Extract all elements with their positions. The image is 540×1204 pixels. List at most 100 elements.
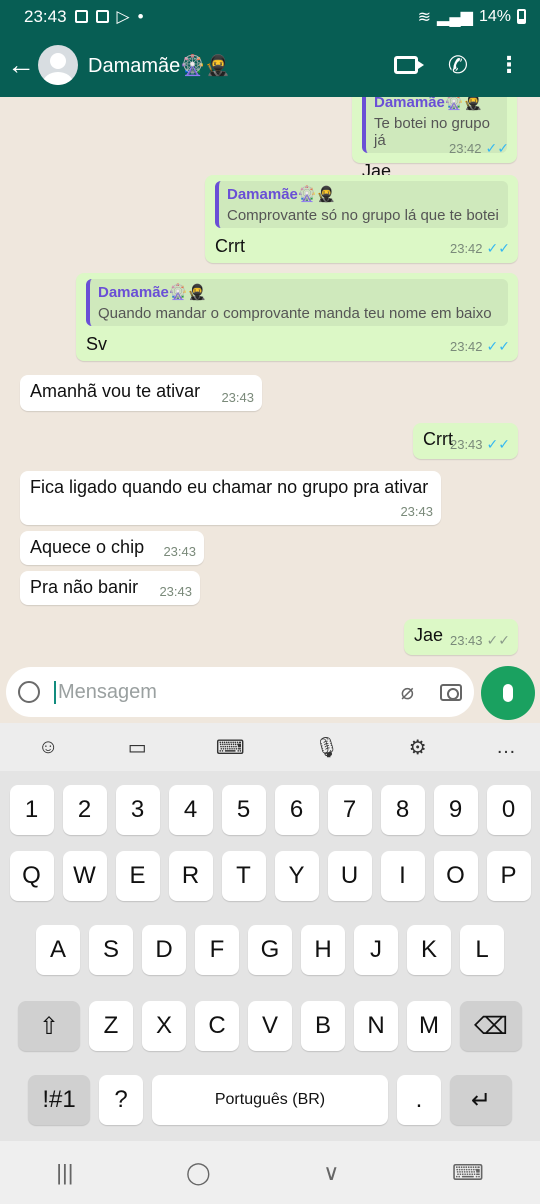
letter-key[interactable]: L: [460, 925, 504, 975]
enter-key[interactable]: ↵: [450, 1075, 512, 1125]
period-key[interactable]: .: [397, 1075, 441, 1125]
message-time: 23:42: [449, 339, 483, 354]
alert-icon: [95, 10, 109, 23]
message-time: 23:43: [163, 544, 196, 559]
status-time: 23:43: [24, 6, 67, 26]
message-text: Fica ligado quando eu chamar no grupo pr…: [30, 477, 429, 497]
letter-key[interactable]: G: [248, 925, 292, 975]
message-time: 23:43: [159, 584, 192, 599]
more-options-icon[interactable]: …: [496, 736, 516, 759]
number-key[interactable]: 4: [168, 785, 213, 835]
number-key[interactable]: 8: [380, 785, 425, 835]
attach-icon[interactable]: ⌀: [401, 679, 414, 705]
message-time: 23:42: [448, 141, 482, 156]
number-key[interactable]: 9: [433, 785, 478, 835]
number-key[interactable]: 5: [221, 785, 266, 835]
home-icon[interactable]: ◯: [186, 1160, 211, 1186]
phone-call-icon[interactable]: ✆: [448, 51, 468, 80]
number-key[interactable]: 0: [486, 785, 531, 835]
delivered-receipt-icon: ✓✓: [486, 632, 510, 648]
letter-key[interactable]: A: [36, 925, 80, 975]
contact-name[interactable]: Damamãe🎡🥷: [88, 53, 394, 78]
number-key[interactable]: 6: [274, 785, 319, 835]
number-key[interactable]: 3: [115, 785, 160, 835]
letter-key[interactable]: P: [486, 851, 531, 901]
back-icon[interactable]: ∨: [323, 1160, 339, 1186]
letter-key[interactable]: T: [221, 851, 266, 901]
shift-key[interactable]: ⇧: [18, 1001, 80, 1051]
letter-key[interactable]: O: [433, 851, 478, 901]
read-receipt-icon: ✓✓: [486, 338, 510, 354]
quoted-message[interactable]: Damamãe🎡🥷 Quando mandar o comprovante ma…: [86, 279, 508, 326]
recent-apps-icon[interactable]: |||: [56, 1160, 73, 1186]
letter-key[interactable]: W: [62, 851, 107, 901]
gallery-icon: [74, 10, 88, 23]
message-bubble-outgoing[interactable]: Jae 23:43 ✓✓: [404, 619, 518, 655]
letter-key[interactable]: E: [115, 851, 160, 901]
chat-area[interactable]: Damamãe🎡🥷 Te botei no grupo já Jae 23:42…: [0, 97, 540, 665]
letter-key[interactable]: Q: [9, 851, 54, 901]
dot-icon: •: [137, 6, 144, 26]
quoted-message[interactable]: Damamãe🎡🥷 Comprovante só no grupo lá que…: [215, 181, 508, 228]
letter-key[interactable]: C: [195, 1001, 239, 1051]
keyboard-hide-icon[interactable]: ⌨: [452, 1160, 484, 1186]
read-receipt-icon: ✓✓: [486, 436, 510, 452]
message-bubble-outgoing[interactable]: Damamãe🎡🥷 Quando mandar o comprovante ma…: [76, 273, 518, 361]
clipboard-icon[interactable]: ▭: [128, 735, 147, 760]
voice-input-icon[interactable]: 🎙: [314, 735, 339, 760]
question-key[interactable]: ?: [99, 1075, 143, 1125]
letter-key[interactable]: F: [195, 925, 239, 975]
message-time: 23:43: [449, 437, 483, 452]
backspace-key[interactable]: ⌫: [460, 1001, 522, 1051]
letter-key[interactable]: Z: [89, 1001, 133, 1051]
letter-key[interactable]: Y: [274, 851, 319, 901]
letter-key[interactable]: X: [142, 1001, 186, 1051]
space-key[interactable]: Português (BR): [152, 1075, 388, 1125]
message-bubble-incoming[interactable]: Amanhã vou te ativar 23:43: [20, 375, 262, 411]
message-bubble-incoming[interactable]: Pra não banir 23:43: [20, 571, 200, 605]
symbols-key[interactable]: !#1: [28, 1075, 90, 1125]
letter-key[interactable]: D: [142, 925, 186, 975]
read-receipt-icon: ✓✓: [486, 240, 510, 256]
letter-key[interactable]: M: [407, 1001, 451, 1051]
avatar[interactable]: [38, 45, 78, 85]
voice-record-button[interactable]: [481, 666, 535, 720]
message-input[interactable]: Mensagem: [54, 680, 401, 704]
number-key[interactable]: 2: [62, 785, 107, 835]
letter-key[interactable]: V: [248, 1001, 292, 1051]
navigation-bar: ||| ◯ ∨ ⌨: [0, 1141, 540, 1204]
emoji-keyboard-icon[interactable]: ☺: [38, 736, 58, 759]
message-bubble-outgoing[interactable]: Crrt 23:43 ✓✓: [413, 423, 518, 459]
message-bubble-outgoing[interactable]: Damamãe🎡🥷 Comprovante só no grupo lá que…: [205, 175, 518, 263]
message-time: 23:43: [449, 633, 483, 648]
letter-key[interactable]: H: [301, 925, 345, 975]
camera-icon[interactable]: [440, 683, 462, 701]
status-bar: 23:43 ▷ • ≋ ▂▄▆ 14%: [0, 0, 540, 33]
message-bubble-incoming[interactable]: Aquece o chip 23:43: [20, 531, 204, 565]
letter-key[interactable]: K: [407, 925, 451, 975]
settings-gear-icon[interactable]: ⚙: [409, 735, 427, 760]
letter-key[interactable]: I: [380, 851, 425, 901]
message-text: Amanhã vou te ativar: [30, 381, 201, 401]
keyboard-toolbar: ☺ ▭ ⌨ 🎙 ⚙ …: [0, 723, 540, 771]
message-bubble-incoming[interactable]: Fica ligado quando eu chamar no grupo pr…: [20, 471, 441, 525]
letter-key[interactable]: J: [354, 925, 398, 975]
message-bubble-outgoing[interactable]: Damamãe🎡🥷 Te botei no grupo já Jae 23:42…: [352, 97, 517, 181]
letter-key[interactable]: N: [354, 1001, 398, 1051]
message-time: 23:43: [400, 504, 433, 519]
emoji-icon[interactable]: [18, 681, 40, 703]
letter-key[interactable]: B: [301, 1001, 345, 1051]
keyboard-layout-icon[interactable]: ⌨: [216, 735, 245, 760]
keyboard: 1234567890 QWERTYUIOP ASDFGHJKL ⇧ ZXCVBN…: [0, 771, 540, 1141]
back-arrow-icon[interactable]: ←: [4, 49, 38, 81]
letter-key[interactable]: R: [168, 851, 213, 901]
wifi-icon: ≋: [417, 8, 432, 26]
number-key[interactable]: 7: [327, 785, 372, 835]
letter-key[interactable]: U: [327, 851, 372, 901]
more-options-icon[interactable]: ⋮: [498, 54, 520, 76]
letter-key[interactable]: S: [89, 925, 133, 975]
number-key[interactable]: 1: [9, 785, 54, 835]
video-call-icon[interactable]: [393, 56, 424, 74]
battery-icon: [517, 9, 526, 24]
microphone-icon: [503, 684, 513, 702]
